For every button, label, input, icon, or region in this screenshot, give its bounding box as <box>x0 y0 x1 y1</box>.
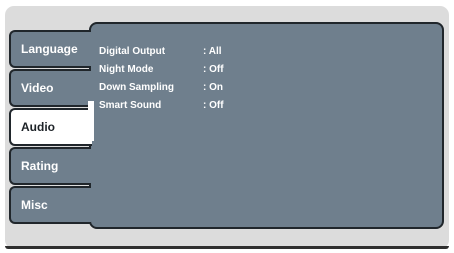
setting-name: Smart Sound <box>99 99 162 111</box>
tab-video[interactable]: Video <box>9 69 91 107</box>
setting-value: : All <box>203 45 222 57</box>
setting-value: : Off <box>203 99 224 111</box>
settings-list: Digital Output : All Night Mode : Off Do… <box>99 42 224 114</box>
active-tab-connector <box>88 101 94 141</box>
setting-name: Down Sampling <box>99 81 174 93</box>
tab-label: Video <box>21 81 54 95</box>
setting-digital-output[interactable]: Digital Output : All <box>99 42 224 60</box>
setting-down-sampling[interactable]: Down Sampling : On <box>99 78 224 96</box>
tab-language[interactable]: Language <box>9 30 91 68</box>
tab-label: Misc <box>21 198 48 212</box>
tab-label: Language <box>21 42 78 56</box>
setting-value: : On <box>203 81 223 93</box>
tab-rating[interactable]: Rating <box>9 147 91 185</box>
tab-audio[interactable]: Audio <box>9 108 92 146</box>
tab-label: Audio <box>21 120 55 134</box>
setting-smart-sound[interactable]: Smart Sound : Off <box>99 96 224 114</box>
tab-misc[interactable]: Misc <box>9 186 91 224</box>
settings-panel: Digital Output : All Night Mode : Off Do… <box>89 22 444 229</box>
screen-shadow <box>5 246 449 249</box>
setting-value: : Off <box>203 63 224 75</box>
tab-label: Rating <box>21 159 59 173</box>
setting-name: Digital Output <box>99 45 166 57</box>
setting-name: Night Mode <box>99 63 154 75</box>
menu-tabs: Language Video Audio Rating Misc <box>9 30 92 225</box>
setting-night-mode[interactable]: Night Mode : Off <box>99 60 224 78</box>
